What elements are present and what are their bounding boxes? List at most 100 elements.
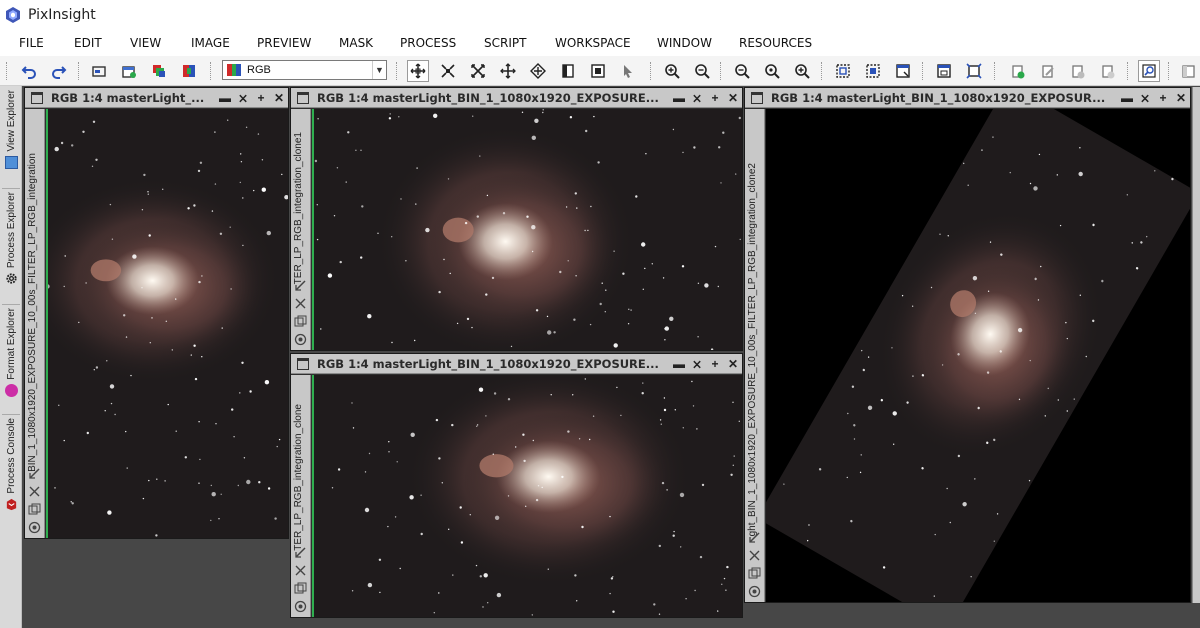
toolbar-grip[interactable]: [6, 62, 8, 80]
menu-window[interactable]: WINDOW: [657, 36, 712, 50]
clone-image-icon[interactable]: [148, 60, 170, 82]
mask-link-icon[interactable]: [748, 549, 761, 562]
image-window-icon: [297, 91, 309, 104]
stf-icon[interactable]: [294, 333, 307, 346]
history-icon[interactable]: [294, 582, 307, 595]
maximize-icon[interactable]: +: [706, 354, 724, 374]
active-tool-icon[interactable]: [1138, 60, 1160, 82]
zoom-full-icon[interactable]: [791, 60, 813, 82]
window-titlebar[interactable]: RGB 1:4 masterLight_BIN_1_1080x1920_EXPO…: [291, 88, 742, 108]
dock-tab-process-explorer[interactable]: Process Explorer: [0, 192, 22, 302]
shade-icon[interactable]: ▬: [1118, 88, 1136, 108]
zoom-fit-window-icon[interactable]: [761, 60, 783, 82]
menu-resources[interactable]: RESOURCES: [739, 36, 812, 50]
window-titlebar[interactable]: RGB 1:4 masterLight_BIN_1_1080x1920_EXPO…: [291, 354, 742, 374]
mask-link-icon[interactable]: [294, 564, 307, 577]
collapse-icon[interactable]: ⨯: [688, 354, 706, 374]
maximize-icon[interactable]: +: [252, 88, 270, 108]
partial-window-edge[interactable]: [1192, 87, 1200, 603]
identifier-icon[interactable]: [294, 546, 307, 559]
dock-tab-format-explorer[interactable]: Format Explorer: [0, 308, 22, 412]
image-window-1[interactable]: RGB 1:4 masterLight_... ▬ ⨯ + ✕ BIN_1_10…: [24, 87, 289, 539]
collapse-icon[interactable]: ⨯: [234, 88, 252, 108]
new-image-icon[interactable]: [118, 60, 140, 82]
chevron-down-icon[interactable]: ▼: [372, 61, 386, 79]
image-window-2[interactable]: RGB 1:4 masterLight_BIN_1_1080x1920_EXPO…: [290, 87, 743, 351]
menu-script[interactable]: SCRIPT: [484, 36, 526, 50]
fit-view-icon[interactable]: [933, 60, 955, 82]
menu-mask[interactable]: MASK: [339, 36, 373, 50]
dock-tab-view-explorer[interactable]: View Explorer: [0, 90, 22, 186]
image-canvas[interactable]: [46, 109, 288, 538]
menu-preview[interactable]: PREVIEW: [257, 36, 311, 50]
channel-select[interactable]: RGB ▼: [222, 60, 387, 80]
edit-process-icon[interactable]: [1037, 60, 1059, 82]
shade-icon[interactable]: ▬: [670, 354, 688, 374]
identifier-icon[interactable]: [748, 531, 761, 544]
menu-image[interactable]: IMAGE: [191, 36, 230, 50]
more-icon[interactable]: [1177, 60, 1199, 82]
window-titlebar[interactable]: RGB 1:4 masterLight_BIN_1_1080x1920_EXPO…: [745, 88, 1190, 108]
history-icon[interactable]: [294, 315, 307, 328]
menu-edit[interactable]: EDIT: [74, 36, 102, 50]
preview-icon[interactable]: [587, 60, 609, 82]
stf-icon[interactable]: [28, 521, 41, 534]
zoom-in-icon[interactable]: [661, 60, 683, 82]
identifier-icon[interactable]: [28, 467, 41, 480]
zoom-out-mode-icon[interactable]: [497, 60, 519, 82]
identifier-icon[interactable]: [294, 279, 307, 292]
collapse-icon[interactable]: ⨯: [688, 88, 706, 108]
new-process-icon[interactable]: [1007, 60, 1029, 82]
delete-process-icon[interactable]: [1067, 60, 1089, 82]
window-side-tab[interactable]: TER_LP_RGB_integration_clone: [291, 375, 311, 617]
close-icon[interactable]: ✕: [1172, 88, 1190, 108]
zoom-previews-icon[interactable]: [963, 60, 985, 82]
undo-icon[interactable]: [18, 60, 40, 82]
collapse-icon[interactable]: ⨯: [1136, 88, 1154, 108]
zoom-out-icon[interactable]: [691, 60, 713, 82]
toolbar-separator: [210, 62, 212, 80]
image-window-4[interactable]: RGB 1:4 masterLight_BIN_1_1080x1920_EXPO…: [744, 87, 1191, 603]
window-titlebar[interactable]: RGB 1:4 masterLight_... ▬ ⨯ + ✕: [25, 88, 288, 108]
pan-mode-icon[interactable]: [407, 60, 429, 82]
pointer-icon[interactable]: [617, 60, 639, 82]
window-side-tab[interactable]: ght_BIN_1_1080x1920_EXPOSURE_10_00s_FILT…: [745, 109, 765, 602]
history-icon[interactable]: [748, 567, 761, 580]
zoom-in-mode-icon[interactable]: [467, 60, 489, 82]
history-icon[interactable]: [28, 503, 41, 516]
select-preview-icon[interactable]: [832, 60, 854, 82]
shade-icon[interactable]: ▬: [670, 88, 688, 108]
swap-image-icon[interactable]: [178, 60, 200, 82]
reset-process-icon[interactable]: [1097, 60, 1119, 82]
stf-icon[interactable]: [294, 600, 307, 613]
image-info-icon[interactable]: [88, 60, 110, 82]
dock-separator: [2, 188, 20, 189]
image-canvas[interactable]: [312, 375, 742, 617]
edit-preview-icon[interactable]: [862, 60, 884, 82]
image-canvas[interactable]: [312, 109, 742, 350]
image-window-3[interactable]: RGB 1:4 masterLight_BIN_1_1080x1920_EXPO…: [290, 353, 743, 618]
window-side-tab[interactable]: BIN_1_1080x1920_EXPOSURE_10_00s_FILTER_L…: [25, 109, 45, 538]
close-icon[interactable]: ✕: [270, 88, 288, 108]
menu-process[interactable]: PROCESS: [400, 36, 456, 50]
image-canvas[interactable]: [766, 109, 1190, 602]
redo-icon[interactable]: [48, 60, 70, 82]
close-icon[interactable]: ✕: [724, 354, 742, 374]
mask-icon[interactable]: [557, 60, 579, 82]
maximize-icon[interactable]: +: [706, 88, 724, 108]
maximize-icon[interactable]: +: [1154, 88, 1172, 108]
mask-link-icon[interactable]: [294, 297, 307, 310]
mask-link-icon[interactable]: [28, 485, 41, 498]
shade-icon[interactable]: ▬: [216, 88, 234, 108]
zoom-fit-icon[interactable]: [437, 60, 459, 82]
close-icon[interactable]: ✕: [724, 88, 742, 108]
dock-tab-process-console[interactable]: Process Console: [0, 418, 22, 526]
stf-icon[interactable]: [748, 585, 761, 598]
new-window-icon[interactable]: [892, 60, 914, 82]
readout-mode-icon[interactable]: [527, 60, 549, 82]
window-side-tab[interactable]: TER_LP_RGB_integration_clone1: [291, 109, 311, 350]
menu-view[interactable]: VIEW: [130, 36, 161, 50]
zoom-1-1-icon[interactable]: [731, 60, 753, 82]
menu-workspace[interactable]: WORKSPACE: [555, 36, 631, 50]
menu-file[interactable]: FILE: [19, 36, 44, 50]
